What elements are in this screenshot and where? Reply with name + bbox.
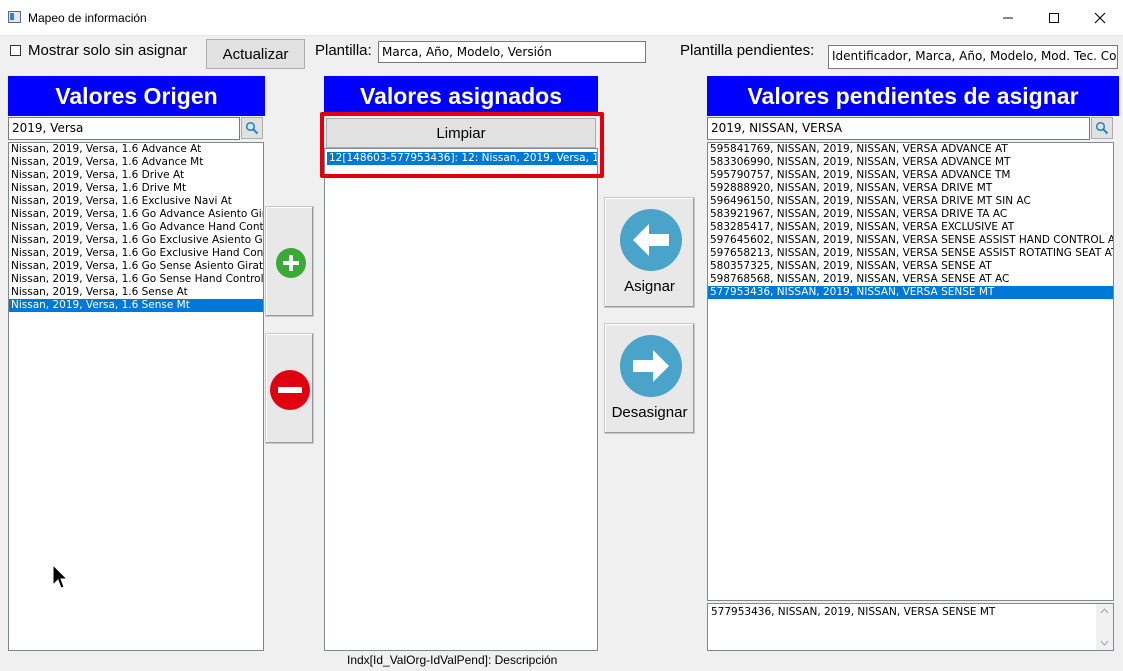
close-button[interactable] bbox=[1077, 0, 1123, 36]
template-field[interactable]: Marca, Año, Modelo, Versión bbox=[378, 41, 646, 63]
list-item[interactable]: Nissan, 2019, Versa, 1.6 Drive Mt bbox=[9, 182, 263, 195]
maximize-button[interactable] bbox=[1031, 0, 1077, 36]
list-item[interactable]: Nissan, 2019, Versa, 1.6 Exclusive Navi … bbox=[9, 195, 263, 208]
show-unassigned-checkbox[interactable] bbox=[10, 45, 21, 56]
window-title: Mapeo de información bbox=[28, 11, 147, 25]
highlight-frame bbox=[320, 112, 604, 178]
maximize-icon bbox=[1049, 13, 1059, 23]
list-item[interactable]: 580357325, NISSAN, 2019, NISSAN, VERSA S… bbox=[708, 260, 1113, 273]
pending-list[interactable]: 595841769, NISSAN, 2019, NISSAN, VERSA A… bbox=[707, 142, 1114, 601]
list-item[interactable]: Nissan, 2019, Versa, 1.6 Go Sense Hand C… bbox=[9, 273, 263, 286]
pending-header: Valores pendientes de asignar bbox=[707, 76, 1119, 116]
refresh-button[interactable]: Actualizar bbox=[206, 39, 305, 69]
arrow-left-icon bbox=[620, 209, 682, 271]
list-item[interactable]: Nissan, 2019, Versa, 1.6 Sense Mt bbox=[9, 299, 263, 312]
show-unassigned-label[interactable]: Mostrar solo sin asignar bbox=[28, 42, 187, 59]
list-item[interactable]: Nissan, 2019, Versa, 1.6 Advance Mt bbox=[9, 156, 263, 169]
list-item[interactable]: 598768568, NISSAN, 2019, NISSAN, VERSA S… bbox=[708, 273, 1113, 286]
template-label: Plantilla: bbox=[315, 42, 372, 59]
list-item[interactable]: Nissan, 2019, Versa, 1.6 Sense At bbox=[9, 286, 263, 299]
list-item[interactable]: 595841769, NISSAN, 2019, NISSAN, VERSA A… bbox=[708, 143, 1113, 156]
minimize-icon bbox=[1003, 17, 1013, 19]
origin-header: Valores Origen bbox=[8, 76, 265, 116]
pending-template-field[interactable]: Identificador, Marca, Año, Modelo, Mod. … bbox=[828, 45, 1118, 69]
origin-search-input[interactable]: 2019, Versa bbox=[8, 117, 240, 140]
list-item[interactable]: Nissan, 2019, Versa, 1.6 Go Advance Asie… bbox=[9, 208, 263, 221]
pending-detail-value: 577953436, NISSAN, 2019, NISSAN, VERSA S… bbox=[711, 606, 996, 618]
origin-list[interactable]: Nissan, 2019, Versa, 1.6 Advance At Nissa… bbox=[8, 142, 264, 651]
list-item[interactable]: Nissan, 2019, Versa, 1.6 Drive At bbox=[9, 169, 263, 182]
assign-button[interactable]: Asignar bbox=[604, 197, 695, 308]
detail-scrollbar[interactable] bbox=[1096, 604, 1113, 650]
pending-detail-text[interactable]: 577953436, NISSAN, 2019, NISSAN, VERSA S… bbox=[707, 603, 1114, 651]
app-icon bbox=[8, 11, 21, 23]
minimize-button[interactable] bbox=[985, 0, 1031, 36]
list-item[interactable]: 597658213, NISSAN, 2019, NISSAN, VERSA S… bbox=[708, 247, 1113, 260]
list-item[interactable]: 595790757, NISSAN, 2019, NISSAN, VERSA A… bbox=[708, 169, 1113, 182]
list-item[interactable]: 583921967, NISSAN, 2019, NISSAN, VERSA D… bbox=[708, 208, 1113, 221]
mouse-cursor-icon bbox=[52, 564, 68, 589]
remove-button[interactable] bbox=[265, 333, 314, 444]
pending-template-label: Plantilla pendientes: bbox=[680, 42, 815, 59]
list-item[interactable]: 583306990, NISSAN, 2019, NISSAN, VERSA A… bbox=[708, 156, 1113, 169]
list-item[interactable]: 583285417, NISSAN, 2019, NISSAN, VERSA E… bbox=[708, 221, 1113, 234]
minus-icon bbox=[270, 370, 310, 410]
pending-search-button[interactable] bbox=[1091, 117, 1113, 139]
assigned-footer-label: Indx[Id_ValOrg-IdValPend]: Descripción bbox=[347, 653, 558, 667]
assigned-list[interactable]: 12[148603-577953436]: 12: Nissan, 2019, … bbox=[324, 148, 598, 651]
list-item[interactable]: Nissan, 2019, Versa, 1.6 Go Sense Asient… bbox=[9, 260, 263, 273]
list-item[interactable]: 596496150, NISSAN, 2019, NISSAN, VERSA D… bbox=[708, 195, 1113, 208]
title-bar: Mapeo de información bbox=[0, 0, 1123, 36]
plus-icon bbox=[276, 248, 306, 278]
list-item[interactable]: 592888920, NISSAN, 2019, NISSAN, VERSA D… bbox=[708, 182, 1113, 195]
add-button[interactable] bbox=[265, 206, 314, 317]
close-icon bbox=[1094, 12, 1106, 24]
pending-search-input[interactable]: 2019, NISSAN, VERSA bbox=[707, 117, 1090, 140]
arrow-right-icon bbox=[620, 335, 682, 397]
list-item[interactable]: Nissan, 2019, Versa, 1.6 Go Advance Hand… bbox=[9, 221, 263, 234]
list-item[interactable]: 597645602, NISSAN, 2019, NISSAN, VERSA S… bbox=[708, 234, 1113, 247]
scroll-arrows-icon bbox=[1100, 608, 1109, 646]
unassign-label: Desasignar bbox=[611, 404, 688, 421]
list-item[interactable]: 577953436, NISSAN, 2019, NISSAN, VERSA S… bbox=[708, 286, 1113, 299]
search-icon bbox=[245, 121, 259, 135]
assigned-header: Valores asignados bbox=[324, 76, 598, 116]
assign-label: Asignar bbox=[624, 278, 675, 295]
list-item[interactable]: Nissan, 2019, Versa, 1.6 Go Exclusive As… bbox=[9, 234, 263, 247]
search-icon bbox=[1095, 121, 1109, 135]
unassign-button[interactable]: Desasignar bbox=[604, 323, 695, 434]
origin-search-button[interactable] bbox=[241, 117, 263, 139]
list-item[interactable]: Nissan, 2019, Versa, 1.6 Go Exclusive Ha… bbox=[9, 247, 263, 260]
list-item[interactable]: Nissan, 2019, Versa, 1.6 Advance At bbox=[9, 143, 263, 156]
